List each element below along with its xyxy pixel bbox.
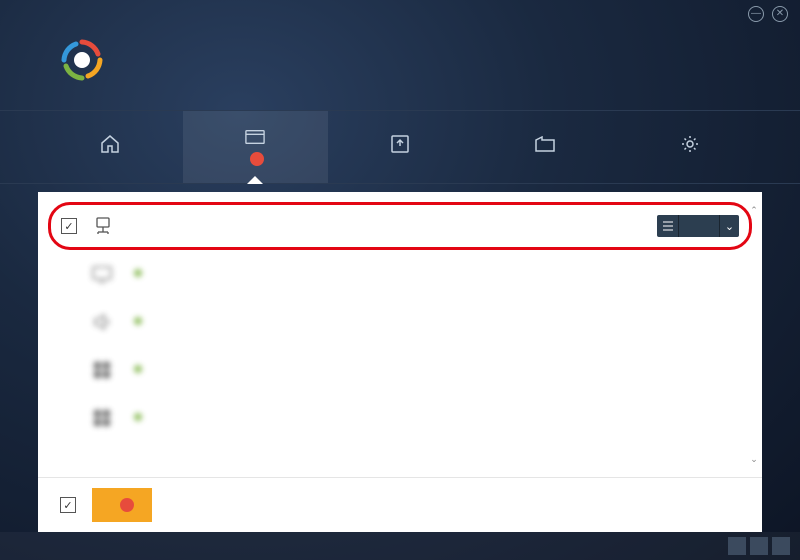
driver-row: [52, 298, 748, 346]
nav-driver-updates[interactable]: [183, 111, 328, 183]
minimize-button[interactable]: —: [748, 6, 764, 22]
status-dot-icon: [134, 413, 142, 421]
system-icon: [90, 406, 114, 430]
backup-icon: [390, 135, 410, 153]
nav-settings[interactable]: [617, 111, 762, 183]
close-button[interactable]: ✕: [772, 6, 788, 22]
display-icon: [90, 262, 114, 286]
nav-backup[interactable]: [328, 111, 473, 183]
driver-list: ⌄ ⌃ ⌄: [38, 192, 762, 477]
brand: [60, 38, 116, 82]
status-dot-icon: [134, 317, 142, 325]
driver-row: [52, 346, 748, 394]
app-logo-icon: [60, 38, 104, 82]
panel-footer: [38, 477, 762, 532]
gear-icon: [680, 135, 700, 153]
nav-home[interactable]: [38, 111, 183, 183]
chevron-down-icon[interactable]: ⌄: [719, 215, 739, 237]
updates-icon: [245, 128, 265, 146]
twitter-button[interactable]: [750, 537, 768, 555]
scrollbar[interactable]: ⌃ ⌄: [748, 204, 760, 465]
system-icon: [90, 358, 114, 382]
main-nav: [0, 110, 800, 184]
status-bar: [0, 532, 800, 560]
home-icon: [100, 135, 120, 153]
updates-badge: [250, 152, 264, 166]
audio-icon: [90, 310, 114, 334]
scroll-up-icon[interactable]: ⌃: [748, 204, 760, 216]
select-all-checkbox[interactable]: [60, 497, 76, 513]
row-checkbox[interactable]: [61, 218, 77, 234]
scroll-down-icon[interactable]: ⌄: [748, 453, 760, 465]
network-adapter-icon: [91, 214, 115, 238]
driver-row: [52, 394, 748, 442]
status-dot-icon: [134, 269, 142, 277]
restore-icon: [535, 135, 555, 153]
details-icon: [657, 215, 679, 237]
gplus-button[interactable]: [772, 537, 790, 555]
facebook-button[interactable]: [728, 537, 746, 555]
download-badge: [120, 498, 134, 512]
nav-restore[interactable]: [472, 111, 617, 183]
content-panel: ⌄ ⌃ ⌄: [38, 192, 762, 532]
update-button[interactable]: ⌄: [657, 215, 739, 237]
driver-row: [52, 250, 748, 298]
download-install-button[interactable]: [92, 488, 152, 522]
driver-row-highlighted: ⌄: [48, 202, 752, 250]
status-dot-icon: [134, 365, 142, 373]
